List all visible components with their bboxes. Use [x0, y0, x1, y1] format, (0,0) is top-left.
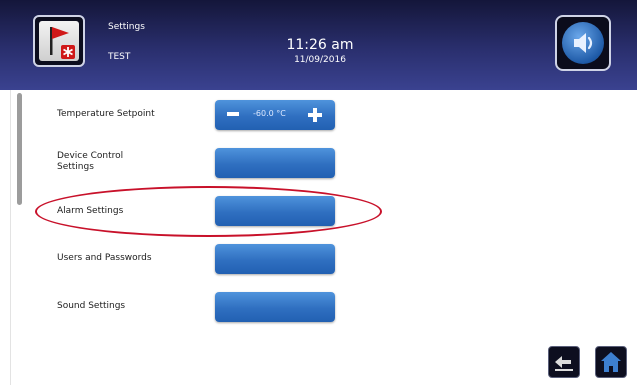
scrollbar[interactable]: [17, 93, 22, 205]
device-control-label-line1: Device Control: [57, 151, 124, 161]
header-bar: Settings TEST 11:26 am 11/09/2016: [0, 0, 637, 90]
home-button[interactable]: [595, 346, 627, 378]
alarm-settings-button[interactable]: [215, 196, 335, 226]
device-control-label-line2: Settings: [57, 162, 94, 172]
increase-temperature-button-stroke[interactable]: [313, 108, 317, 122]
temperature-setpoint-label: Temperature Setpoint: [57, 109, 155, 119]
back-arrow-icon: [555, 356, 573, 371]
decrease-temperature-button[interactable]: [227, 112, 239, 116]
alarm-settings-label: Alarm Settings: [57, 206, 124, 216]
sound-settings-label: Sound Settings: [57, 301, 126, 311]
device-control-settings-label: Device Control Settings: [57, 151, 123, 173]
temperature-stepper: -60.0 °C: [215, 100, 335, 130]
sound-button[interactable]: [555, 15, 611, 71]
status-badge-face: [39, 21, 79, 61]
sound-button-ring: [562, 22, 604, 64]
device-name: TEST: [108, 52, 131, 62]
page-title: Settings: [108, 22, 145, 32]
device-control-settings-button[interactable]: [215, 148, 335, 178]
sound-settings-button[interactable]: [215, 292, 335, 322]
flag-alarm-icon: [50, 27, 75, 59]
home-icon: [601, 352, 621, 372]
clock-date: 11/09/2016: [294, 55, 346, 65]
temperature-value: -60.0 °C: [253, 109, 286, 118]
users-passwords-label: Users and Passwords: [57, 253, 152, 263]
status-badge[interactable]: [33, 15, 85, 67]
settings-panel: [10, 90, 637, 385]
speaker-icon: [574, 33, 593, 53]
clock-time: 11:26 am: [286, 37, 354, 53]
back-button[interactable]: [548, 346, 580, 378]
users-passwords-button[interactable]: [215, 244, 335, 274]
screen: Settings TEST 11:26 am 11/09/2016 Temper…: [0, 0, 637, 385]
